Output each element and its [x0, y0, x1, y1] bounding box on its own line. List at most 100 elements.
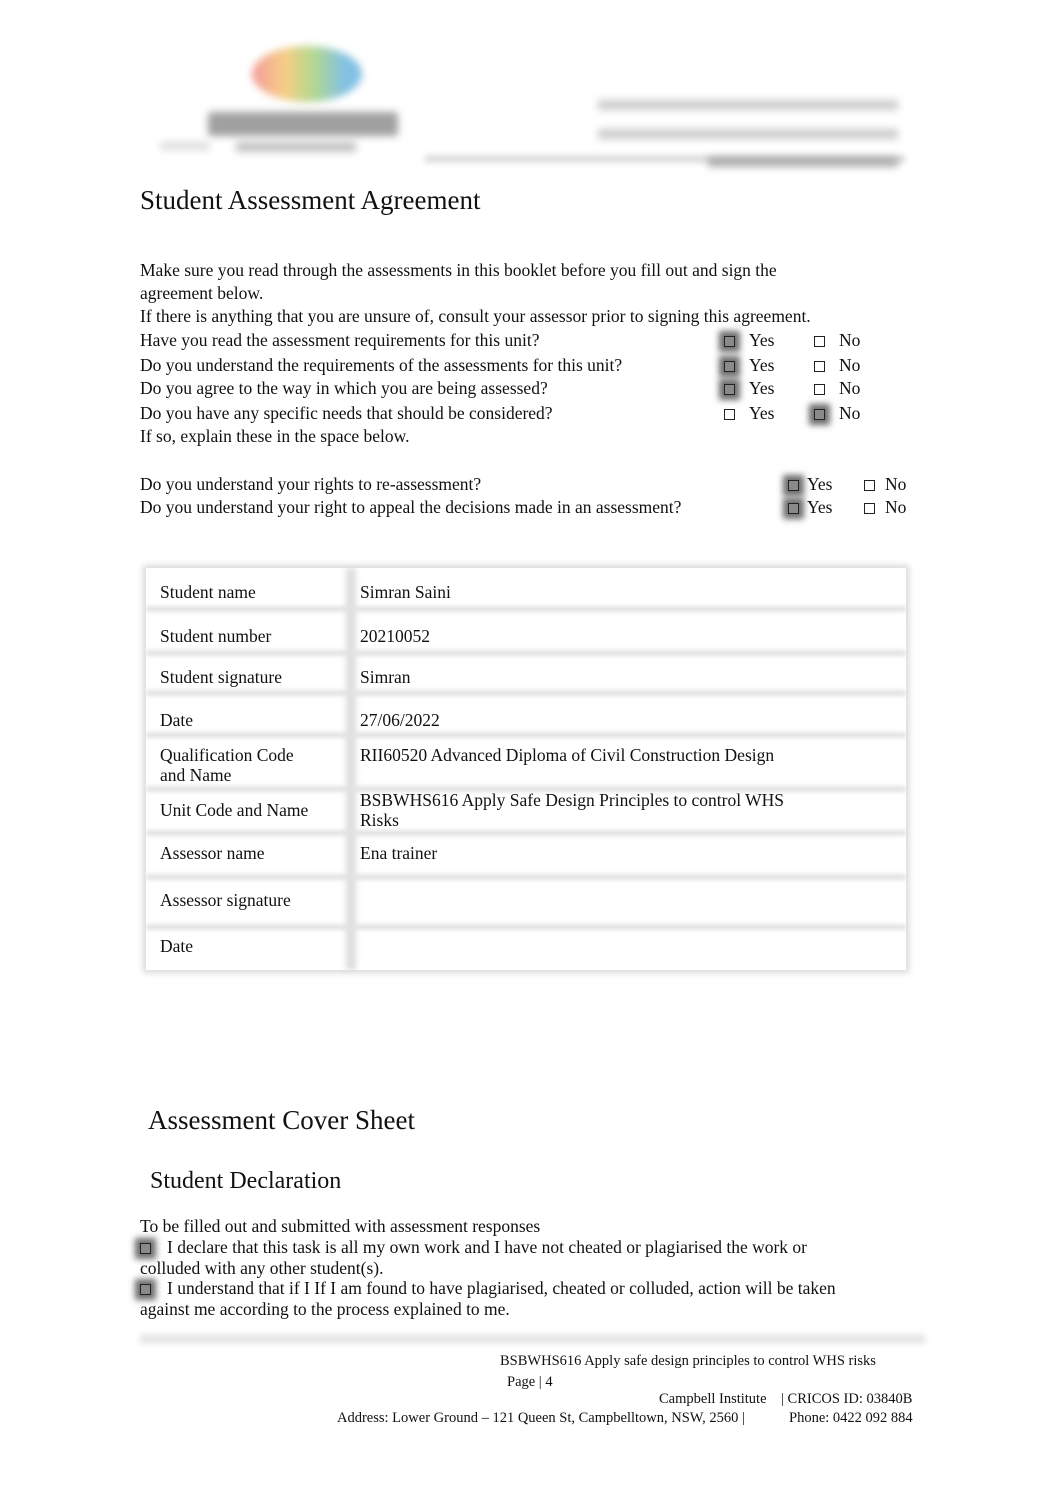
no-label: No — [885, 497, 907, 517]
yes-label: Yes — [749, 355, 775, 375]
no-label: No — [839, 330, 861, 350]
declaration-text-line-1: I understand that if I If I am found to … — [167, 1278, 836, 1298]
footer-page-number: Page | 4 — [507, 1374, 553, 1390]
checkbox-icon[interactable] — [814, 384, 825, 396]
question-specific-needs: Do you have any specific needs that shou… — [140, 403, 553, 423]
footer-rule — [140, 1334, 925, 1344]
answer-no-option[interactable]: No — [864, 496, 906, 519]
answer-no-option[interactable]: No — [814, 377, 860, 400]
checkbox-checked-icon[interactable] — [724, 384, 735, 396]
table-row-divider — [146, 650, 906, 656]
answer-yes-option[interactable]: Yes — [788, 496, 832, 519]
answer-yes-option[interactable]: Yes — [724, 329, 774, 352]
checkbox-icon[interactable] — [864, 503, 875, 515]
logo-tagline — [236, 142, 356, 152]
logo-mark-left — [160, 142, 210, 150]
value-assessor-name[interactable]: Ena trainer — [360, 843, 437, 863]
page-title: Student Assessment Agreement — [140, 185, 481, 215]
footer-cricos: | CRICOS ID: 03840B — [781, 1391, 913, 1407]
checkbox-icon[interactable] — [814, 336, 825, 348]
footer-institute: Campbell Institute — [659, 1391, 767, 1407]
declaration-item-own-work[interactable]: I declare that this task is all my own w… — [140, 1236, 807, 1259]
label-student-number: Student number — [160, 626, 272, 646]
answer-no-option[interactable]: No — [814, 402, 860, 425]
checkbox-icon[interactable] — [724, 409, 735, 421]
question-read-requirements: Have you read the assessment requirement… — [140, 330, 540, 350]
label-assessor-date: Date — [160, 936, 194, 956]
checkbox-checked-icon[interactable] — [814, 409, 825, 421]
answer-no-option[interactable]: No — [814, 354, 860, 377]
letterhead-line-1 — [598, 100, 898, 110]
value-student-number[interactable]: 20210052 — [360, 626, 430, 646]
label-assessor-signature: Assessor signature — [160, 890, 291, 910]
yes-label: Yes — [749, 330, 775, 350]
question-understand-requirements: Do you understand the requirements of th… — [140, 355, 623, 375]
checkbox-checked-icon[interactable] — [724, 336, 735, 348]
table-row-divider — [146, 606, 906, 612]
value-unit-code-line-2[interactable]: Risks — [360, 810, 399, 830]
table-row-divider — [146, 830, 906, 836]
value-student-signature[interactable]: Simran — [360, 667, 411, 687]
declaration-text-line-2: against me according to the process expl… — [140, 1299, 510, 1319]
answer-yes-option[interactable]: Yes — [724, 377, 774, 400]
table-row-divider — [146, 732, 906, 738]
intro-text-line-1: Make sure you read through the assessmen… — [140, 260, 777, 280]
label-student-name: Student name — [160, 582, 256, 602]
declaration-item-plagiarism[interactable]: I understand that if I If I am found to … — [140, 1277, 836, 1300]
checkbox-checked-icon[interactable] — [788, 480, 799, 492]
answer-yes-option[interactable]: Yes — [788, 473, 832, 496]
value-unit-code-line-1[interactable]: BSBWHS616 Apply Safe Design Principles t… — [360, 790, 784, 810]
logo-wordmark — [208, 112, 398, 136]
checkbox-icon[interactable] — [814, 361, 825, 373]
footer-phone: Phone: 0422 092 884 — [789, 1410, 913, 1426]
no-label: No — [839, 355, 861, 375]
student-details-table: Student name Simran Saini Student number… — [146, 568, 906, 970]
checkbox-checked-icon[interactable] — [724, 361, 735, 373]
no-label: No — [885, 474, 907, 494]
logo-rainbow-circle — [252, 46, 362, 102]
yes-label: Yes — [807, 497, 833, 517]
answer-yes-option[interactable]: Yes — [724, 354, 774, 377]
value-qualification[interactable]: RII60520 Advanced Diploma of Civil Const… — [360, 745, 774, 765]
table-row-divider — [146, 924, 906, 930]
question-appeal-rights: Do you understand your right to appeal t… — [140, 497, 682, 517]
footer-address: Address: Lower Ground – 121 Queen St, Ca… — [337, 1410, 745, 1426]
yes-label: Yes — [749, 378, 775, 398]
value-assessor-signature[interactable] — [360, 890, 880, 912]
answer-no-option[interactable]: No — [814, 329, 860, 352]
declaration-instruction: To be filled out and submitted with asse… — [140, 1216, 541, 1236]
footer-unit-title: BSBWHS616 Apply safe design principles t… — [500, 1353, 876, 1369]
explain-note: If so, explain these in the space below. — [140, 426, 410, 446]
answer-no-option[interactable]: No — [864, 473, 906, 496]
question-reassessment-rights: Do you understand your rights to re-asse… — [140, 474, 482, 494]
question-agree-assessment: Do you agree to the way in which you are… — [140, 378, 548, 398]
table-row-divider — [146, 690, 906, 696]
letterhead-line-2 — [598, 129, 898, 139]
checkbox-checked-icon[interactable] — [140, 1284, 151, 1296]
declaration-text-line-1: I declare that this task is all my own w… — [167, 1237, 808, 1257]
yes-label: Yes — [749, 403, 775, 423]
declaration-heading: Student Declaration — [150, 1168, 342, 1194]
value-date[interactable]: 27/06/2022 — [360, 710, 440, 730]
label-unit-code: Unit Code and Name — [160, 800, 309, 820]
label-assessor-name: Assessor name — [160, 843, 265, 863]
label-qualification-line-2: and Name — [160, 765, 232, 785]
intro-text-line-3: If there is anything that you are unsure… — [140, 306, 811, 326]
value-assessor-date[interactable] — [360, 936, 880, 958]
no-label: No — [839, 378, 861, 398]
institute-logo — [160, 40, 400, 170]
no-label: No — [839, 403, 861, 423]
answer-yes-option[interactable]: Yes — [724, 402, 774, 425]
checkbox-checked-icon[interactable] — [788, 503, 799, 515]
intro-text-line-2: agreement below. — [140, 283, 264, 303]
checkbox-icon[interactable] — [864, 480, 875, 492]
table-row-divider — [146, 874, 906, 880]
checkbox-checked-icon[interactable] — [140, 1243, 151, 1255]
yes-label: Yes — [807, 474, 833, 494]
label-student-signature: Student signature — [160, 667, 282, 687]
table-column-divider — [346, 568, 356, 970]
label-qualification-line-1: Qualification Code — [160, 745, 294, 765]
value-student-name[interactable]: Simran Saini — [360, 582, 451, 602]
cover-sheet-title: Assessment Cover Sheet — [148, 1105, 415, 1135]
label-date: Date — [160, 710, 194, 730]
